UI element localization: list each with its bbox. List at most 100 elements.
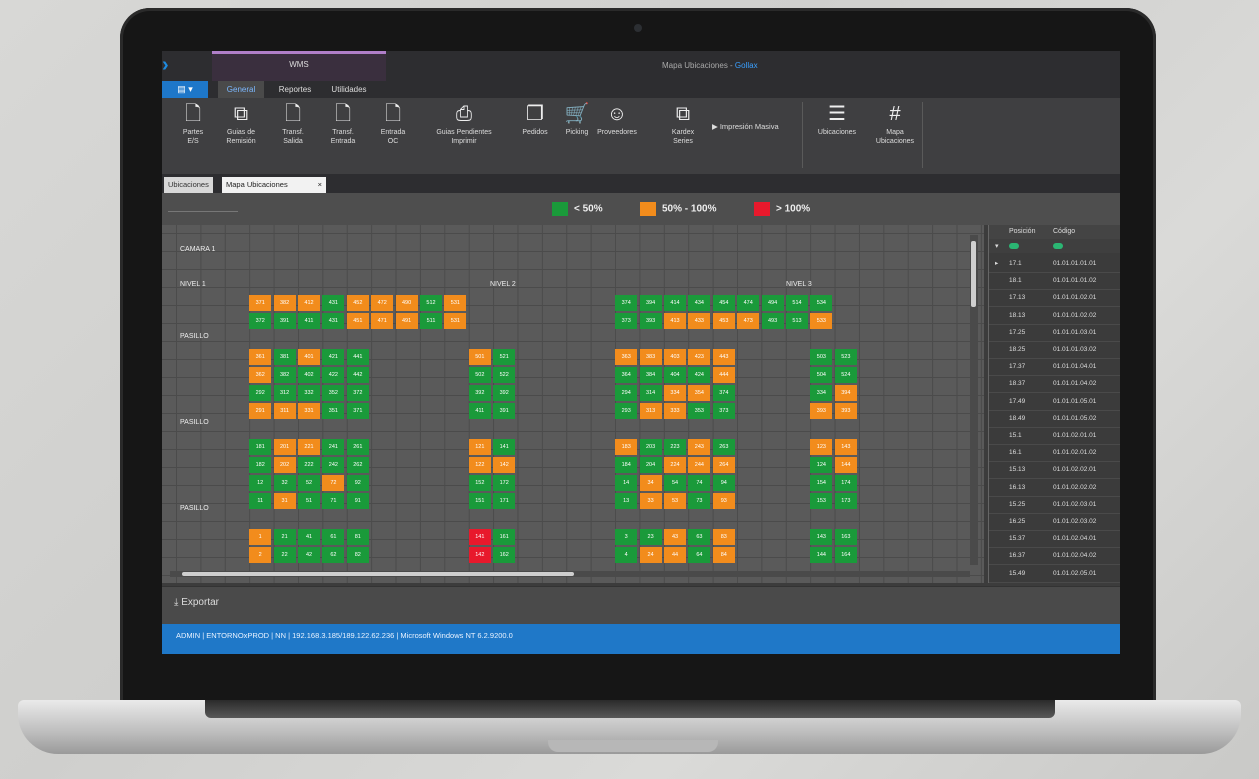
table-row[interactable]: 15.13 01.01.02.02.01 [989,461,1120,480]
location-cell[interactable]: 414 [664,295,686,311]
location-cell[interactable]: 503 [810,349,833,365]
location-cell[interactable]: 361 [249,349,272,365]
location-cell[interactable]: 201 [273,439,296,455]
location-cell[interactable]: 162 [493,547,516,563]
location-cell[interactable]: 334 [810,385,833,401]
location-cell[interactable]: 161 [493,529,516,545]
location-cell[interactable]: 352 [322,385,345,401]
ribbon-button[interactable]: ⧉ Kardex Series [660,102,706,146]
location-cell[interactable]: 244 [688,457,711,473]
location-cell[interactable]: 183 [615,439,638,455]
location-cell[interactable]: 453 [712,313,735,329]
export-button[interactable]: ⤓ Exportar [174,597,219,608]
location-cell[interactable]: 411 [468,403,491,419]
location-cell[interactable]: 23 [639,529,662,545]
location-cell[interactable]: 433 [688,313,711,329]
location-cell[interactable]: 411 [298,313,320,329]
location-cell[interactable]: 502 [468,367,491,383]
location-cell[interactable]: 121 [468,439,491,455]
location-cell[interactable]: 353 [688,403,711,419]
location-cell[interactable]: 93 [712,493,735,509]
location-cell[interactable]: 523 [834,349,857,365]
location-cell[interactable]: 393 [810,403,833,419]
location-cell[interactable]: 53 [664,493,686,509]
location-cell[interactable]: 153 [810,493,833,509]
location-cell[interactable]: 123 [810,439,833,455]
location-cell[interactable]: 413 [664,313,686,329]
location-cell[interactable]: 512 [420,295,442,311]
location-cell[interactable]: 262 [346,457,369,473]
location-cell[interactable]: 62 [322,547,345,563]
location-cell[interactable]: 21 [273,529,296,545]
location-cell[interactable]: 202 [273,457,296,473]
location-cell[interactable]: 182 [249,457,272,473]
ribbon-button[interactable]: 🗋 Transf. Entrada [320,102,366,146]
location-cell[interactable]: 404 [664,367,686,383]
doc-tab-ubicaciones[interactable]: Ubicaciones [164,177,213,193]
location-cell[interactable]: 393 [639,313,662,329]
ribbon-button[interactable]: # Mapa Ubicaciones [868,102,922,146]
location-cell[interactable]: 371 [346,403,369,419]
location-cell[interactable]: 534 [810,295,833,311]
location-cell[interactable]: 444 [712,367,735,383]
location-cell[interactable]: 524 [834,367,857,383]
location-cell[interactable]: 394 [834,385,857,401]
location-cell[interactable]: 91 [346,493,369,509]
location-cell[interactable]: 174 [834,475,857,491]
location-cell[interactable]: 141 [493,439,516,455]
location-cell[interactable]: 261 [346,439,369,455]
filter-toggle[interactable] [1009,243,1019,249]
close-icon[interactable]: × [318,177,322,193]
filter-icon[interactable]: ▾ [995,242,999,250]
location-cell[interactable]: 172 [493,475,516,491]
location-cell[interactable]: 402 [298,367,320,383]
location-cell[interactable]: 424 [688,367,711,383]
location-cell[interactable]: 83 [712,529,735,545]
location-cell[interactable]: 391 [493,403,516,419]
location-cell[interactable]: 473 [737,313,760,329]
location-cell[interactable]: 421 [322,349,345,365]
location-cell[interactable]: 474 [737,295,760,311]
location-cell[interactable]: 531 [444,313,467,329]
location-cell[interactable]: 431 [322,313,345,329]
table-row[interactable]: 17.49 01.01.01.05.01 [989,393,1120,411]
location-cell[interactable]: 11 [249,493,272,509]
location-cell[interactable]: 14 [615,475,638,491]
location-cell[interactable]: 242 [322,457,345,473]
location-cell[interactable]: 81 [346,529,369,545]
location-cell[interactable]: 222 [298,457,320,473]
location-cell[interactable]: 142 [468,547,491,563]
location-cell[interactable]: 372 [249,313,272,329]
location-cell[interactable]: 522 [493,367,516,383]
location-cell[interactable]: 22 [273,547,296,563]
location-cell[interactable]: 72 [322,475,345,491]
location-cell[interactable]: 63 [688,529,711,545]
location-cell[interactable]: 333 [664,403,686,419]
scroll-thumb[interactable] [971,241,976,307]
location-cell[interactable]: 491 [395,313,418,329]
table-row[interactable]: 17.37 01.01.01.04.01 [989,358,1120,377]
location-cell[interactable]: 24 [639,547,662,563]
location-cell[interactable]: 3 [615,529,638,545]
location-cell[interactable]: 71 [322,493,345,509]
location-cell[interactable]: 394 [639,295,662,311]
location-cell[interactable]: 374 [615,295,638,311]
scroll-thumb[interactable] [182,572,574,576]
location-cell[interactable]: 351 [322,403,345,419]
location-cell[interactable]: 434 [688,295,711,311]
location-cell[interactable]: 382 [273,367,296,383]
location-cell[interactable]: 141 [468,529,491,545]
location-cell[interactable]: 391 [273,313,296,329]
location-cell[interactable]: 392 [493,385,516,401]
location-cell[interactable]: 422 [322,367,345,383]
doc-tab-mapa-ubicaciones[interactable]: Mapa Ubicaciones × [222,177,326,193]
location-cell[interactable]: 364 [615,367,638,383]
tab-utilidades[interactable]: Utilidades [324,81,374,98]
location-cell[interactable]: 442 [346,367,369,383]
location-cell[interactable]: 84 [712,547,735,563]
ribbon-button[interactable]: ☰ Ubicaciones [810,102,864,137]
location-cell[interactable]: 514 [786,295,808,311]
filter-toggle[interactable] [1053,243,1063,249]
location-cell[interactable]: 533 [810,313,833,329]
location-cell[interactable]: 73 [688,493,711,509]
